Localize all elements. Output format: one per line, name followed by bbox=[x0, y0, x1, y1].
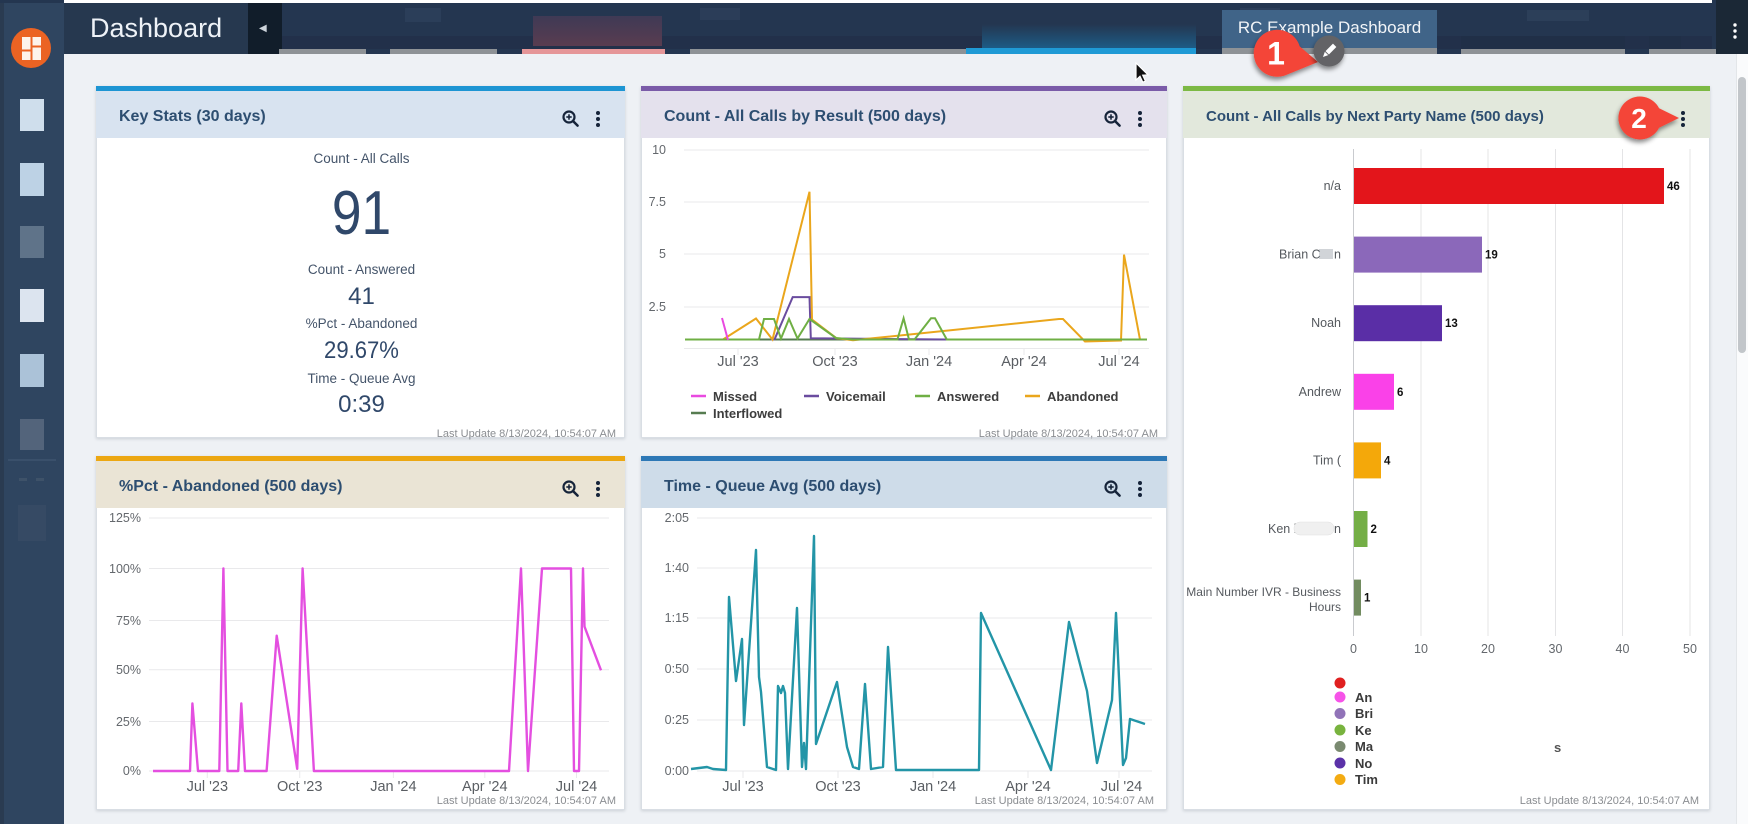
svg-text:Missed: Missed bbox=[713, 389, 757, 404]
svg-text:Answered: Answered bbox=[937, 389, 999, 404]
svg-text:Apr '24: Apr '24 bbox=[1005, 779, 1051, 795]
svg-text:Apr '24: Apr '24 bbox=[462, 779, 508, 795]
svg-text:100%: 100% bbox=[109, 562, 141, 576]
svg-text:10: 10 bbox=[1414, 642, 1428, 656]
svg-text:0: 0 bbox=[1350, 642, 1357, 656]
svg-text:7.5: 7.5 bbox=[649, 195, 666, 209]
svg-text:Bri: Bri bbox=[1355, 706, 1373, 721]
svg-text:0:00: 0:00 bbox=[665, 764, 689, 778]
svg-text:46: 46 bbox=[1667, 181, 1680, 193]
svg-text:Abandoned: Abandoned bbox=[1047, 389, 1119, 404]
svg-text:Interflowed: Interflowed bbox=[713, 406, 782, 421]
svg-text:Jul '23: Jul '23 bbox=[717, 354, 758, 370]
svg-text:Brian C: Brian C bbox=[1279, 248, 1321, 262]
svg-text:n/a: n/a bbox=[1324, 179, 1341, 193]
svg-text:50: 50 bbox=[1683, 642, 1697, 656]
svg-text:Ke: Ke bbox=[1355, 723, 1372, 738]
svg-text:4: 4 bbox=[1384, 455, 1391, 467]
svg-text:Ken l: Ken l bbox=[1268, 522, 1297, 536]
svg-text:Jul '23: Jul '23 bbox=[722, 779, 763, 795]
svg-text:Jul '24: Jul '24 bbox=[1101, 779, 1142, 795]
svg-text:n: n bbox=[1334, 522, 1341, 536]
svg-text:125%: 125% bbox=[109, 511, 141, 525]
svg-text:50%: 50% bbox=[116, 663, 141, 677]
svg-text:Jul '24: Jul '24 bbox=[556, 779, 597, 795]
svg-text:2.5: 2.5 bbox=[649, 300, 666, 314]
svg-text:30: 30 bbox=[1549, 642, 1563, 656]
svg-text:Main Number IVR - Business: Main Number IVR - Business bbox=[1186, 585, 1341, 599]
svg-text:19: 19 bbox=[1485, 250, 1498, 262]
svg-text:5: 5 bbox=[659, 247, 666, 261]
svg-text:Oct '23: Oct '23 bbox=[815, 779, 860, 795]
svg-text:Jul '24: Jul '24 bbox=[1098, 354, 1139, 370]
svg-text:Jan '24: Jan '24 bbox=[910, 779, 956, 795]
svg-text:Jul '23: Jul '23 bbox=[187, 779, 228, 795]
svg-text:40: 40 bbox=[1616, 642, 1630, 656]
svg-text:1: 1 bbox=[1364, 593, 1371, 605]
svg-text:0:50: 0:50 bbox=[665, 662, 689, 676]
svg-text:2: 2 bbox=[1371, 524, 1377, 536]
svg-text:Voicemail: Voicemail bbox=[826, 389, 886, 404]
svg-text:0:25: 0:25 bbox=[665, 713, 689, 727]
svg-text:An: An bbox=[1355, 690, 1372, 705]
svg-text:25%: 25% bbox=[116, 715, 141, 729]
svg-text:1:40: 1:40 bbox=[665, 561, 689, 575]
svg-text:Noah: Noah bbox=[1311, 316, 1341, 330]
svg-text:Oct '23: Oct '23 bbox=[277, 779, 322, 795]
svg-text:0%: 0% bbox=[123, 764, 141, 778]
svg-text:1:15: 1:15 bbox=[665, 611, 689, 625]
svg-text:10: 10 bbox=[652, 143, 666, 157]
svg-text:75%: 75% bbox=[116, 614, 141, 628]
svg-text:No: No bbox=[1355, 756, 1372, 771]
svg-text:s: s bbox=[1554, 740, 1561, 755]
svg-text:n: n bbox=[1334, 248, 1341, 262]
svg-text:Jan '24: Jan '24 bbox=[906, 354, 952, 370]
svg-text:6: 6 bbox=[1397, 387, 1403, 399]
svg-text:2:05: 2:05 bbox=[665, 511, 689, 525]
svg-text:13: 13 bbox=[1445, 318, 1458, 330]
svg-text:Ma: Ma bbox=[1355, 739, 1374, 754]
svg-text:Andrew: Andrew bbox=[1299, 385, 1342, 399]
svg-text:Jan '24: Jan '24 bbox=[370, 779, 416, 795]
svg-text:Apr '24: Apr '24 bbox=[1001, 354, 1047, 370]
svg-text:Tim: Tim bbox=[1355, 772, 1378, 787]
svg-text:Tim (: Tim ( bbox=[1313, 453, 1342, 467]
svg-text:20: 20 bbox=[1481, 642, 1495, 656]
svg-text:Oct '23: Oct '23 bbox=[812, 354, 857, 370]
svg-text:Hours: Hours bbox=[1309, 600, 1341, 614]
